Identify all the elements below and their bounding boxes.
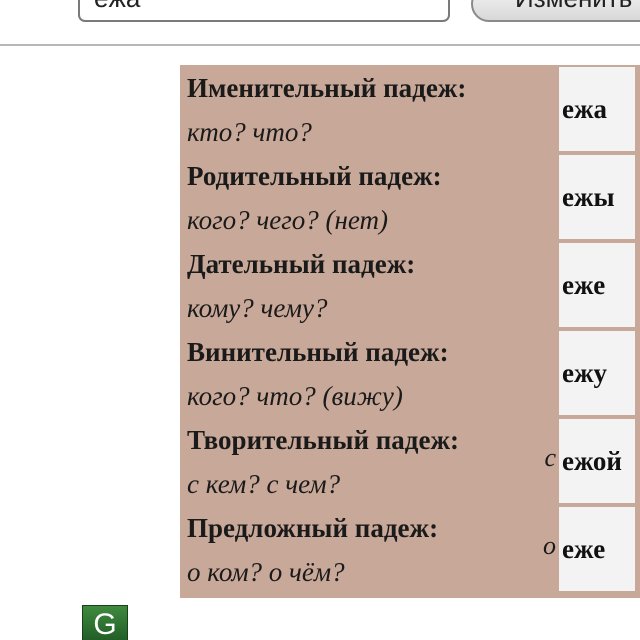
table-row: Предложный падеж: о ком? о чём? о еже bbox=[180, 505, 640, 593]
case-name: Предложный падеж: bbox=[187, 513, 439, 543]
case-answer: ежу bbox=[559, 331, 635, 415]
case-answer: ежа bbox=[559, 67, 635, 151]
case-answer: ежой bbox=[559, 419, 635, 503]
case-question: кого? чего? (нет) bbox=[187, 205, 389, 235]
case-answer: ежы bbox=[559, 155, 635, 239]
case-answer: еже bbox=[559, 507, 635, 591]
table-row: Дательный падеж: кому? чему? еже bbox=[180, 241, 640, 329]
case-question: кто? что? bbox=[187, 117, 312, 147]
g-app-icon[interactable]: G bbox=[82, 605, 128, 640]
change-button[interactable]: Изменить bbox=[471, 0, 640, 22]
case-question: с кем? с чем? bbox=[187, 469, 341, 499]
case-preposition: о bbox=[543, 531, 556, 560]
table-row: Винительный падеж: кого? что? (вижу) ежу bbox=[180, 329, 640, 417]
table-row: Именительный падеж: кто? что? ежа bbox=[180, 65, 640, 153]
search-input[interactable]: ёжа bbox=[78, 0, 450, 22]
case-name: Именительный падеж: bbox=[187, 73, 467, 103]
table-row: Творительный падеж: с кем? с чем? с ежой bbox=[180, 417, 640, 505]
case-name: Творительный падеж: bbox=[187, 425, 460, 455]
header-divider bbox=[0, 44, 640, 46]
case-question: кого? что? (вижу) bbox=[187, 381, 403, 411]
top-bar: ёжа Изменить bbox=[0, 0, 640, 46]
case-name: Родительный падеж: bbox=[187, 161, 442, 191]
declension-table: Именительный падеж: кто? что? ежа Родите… bbox=[180, 65, 640, 598]
case-question: кому? чему? bbox=[187, 293, 328, 323]
case-name: Винительный падеж: bbox=[187, 337, 449, 367]
case-question: о ком? о чём? bbox=[187, 557, 345, 587]
case-preposition: с bbox=[544, 443, 556, 472]
case-answer: еже bbox=[559, 243, 635, 327]
table-row: Родительный падеж: кого? чего? (нет) ежы bbox=[180, 153, 640, 241]
case-name: Дательный падеж: bbox=[187, 249, 416, 279]
